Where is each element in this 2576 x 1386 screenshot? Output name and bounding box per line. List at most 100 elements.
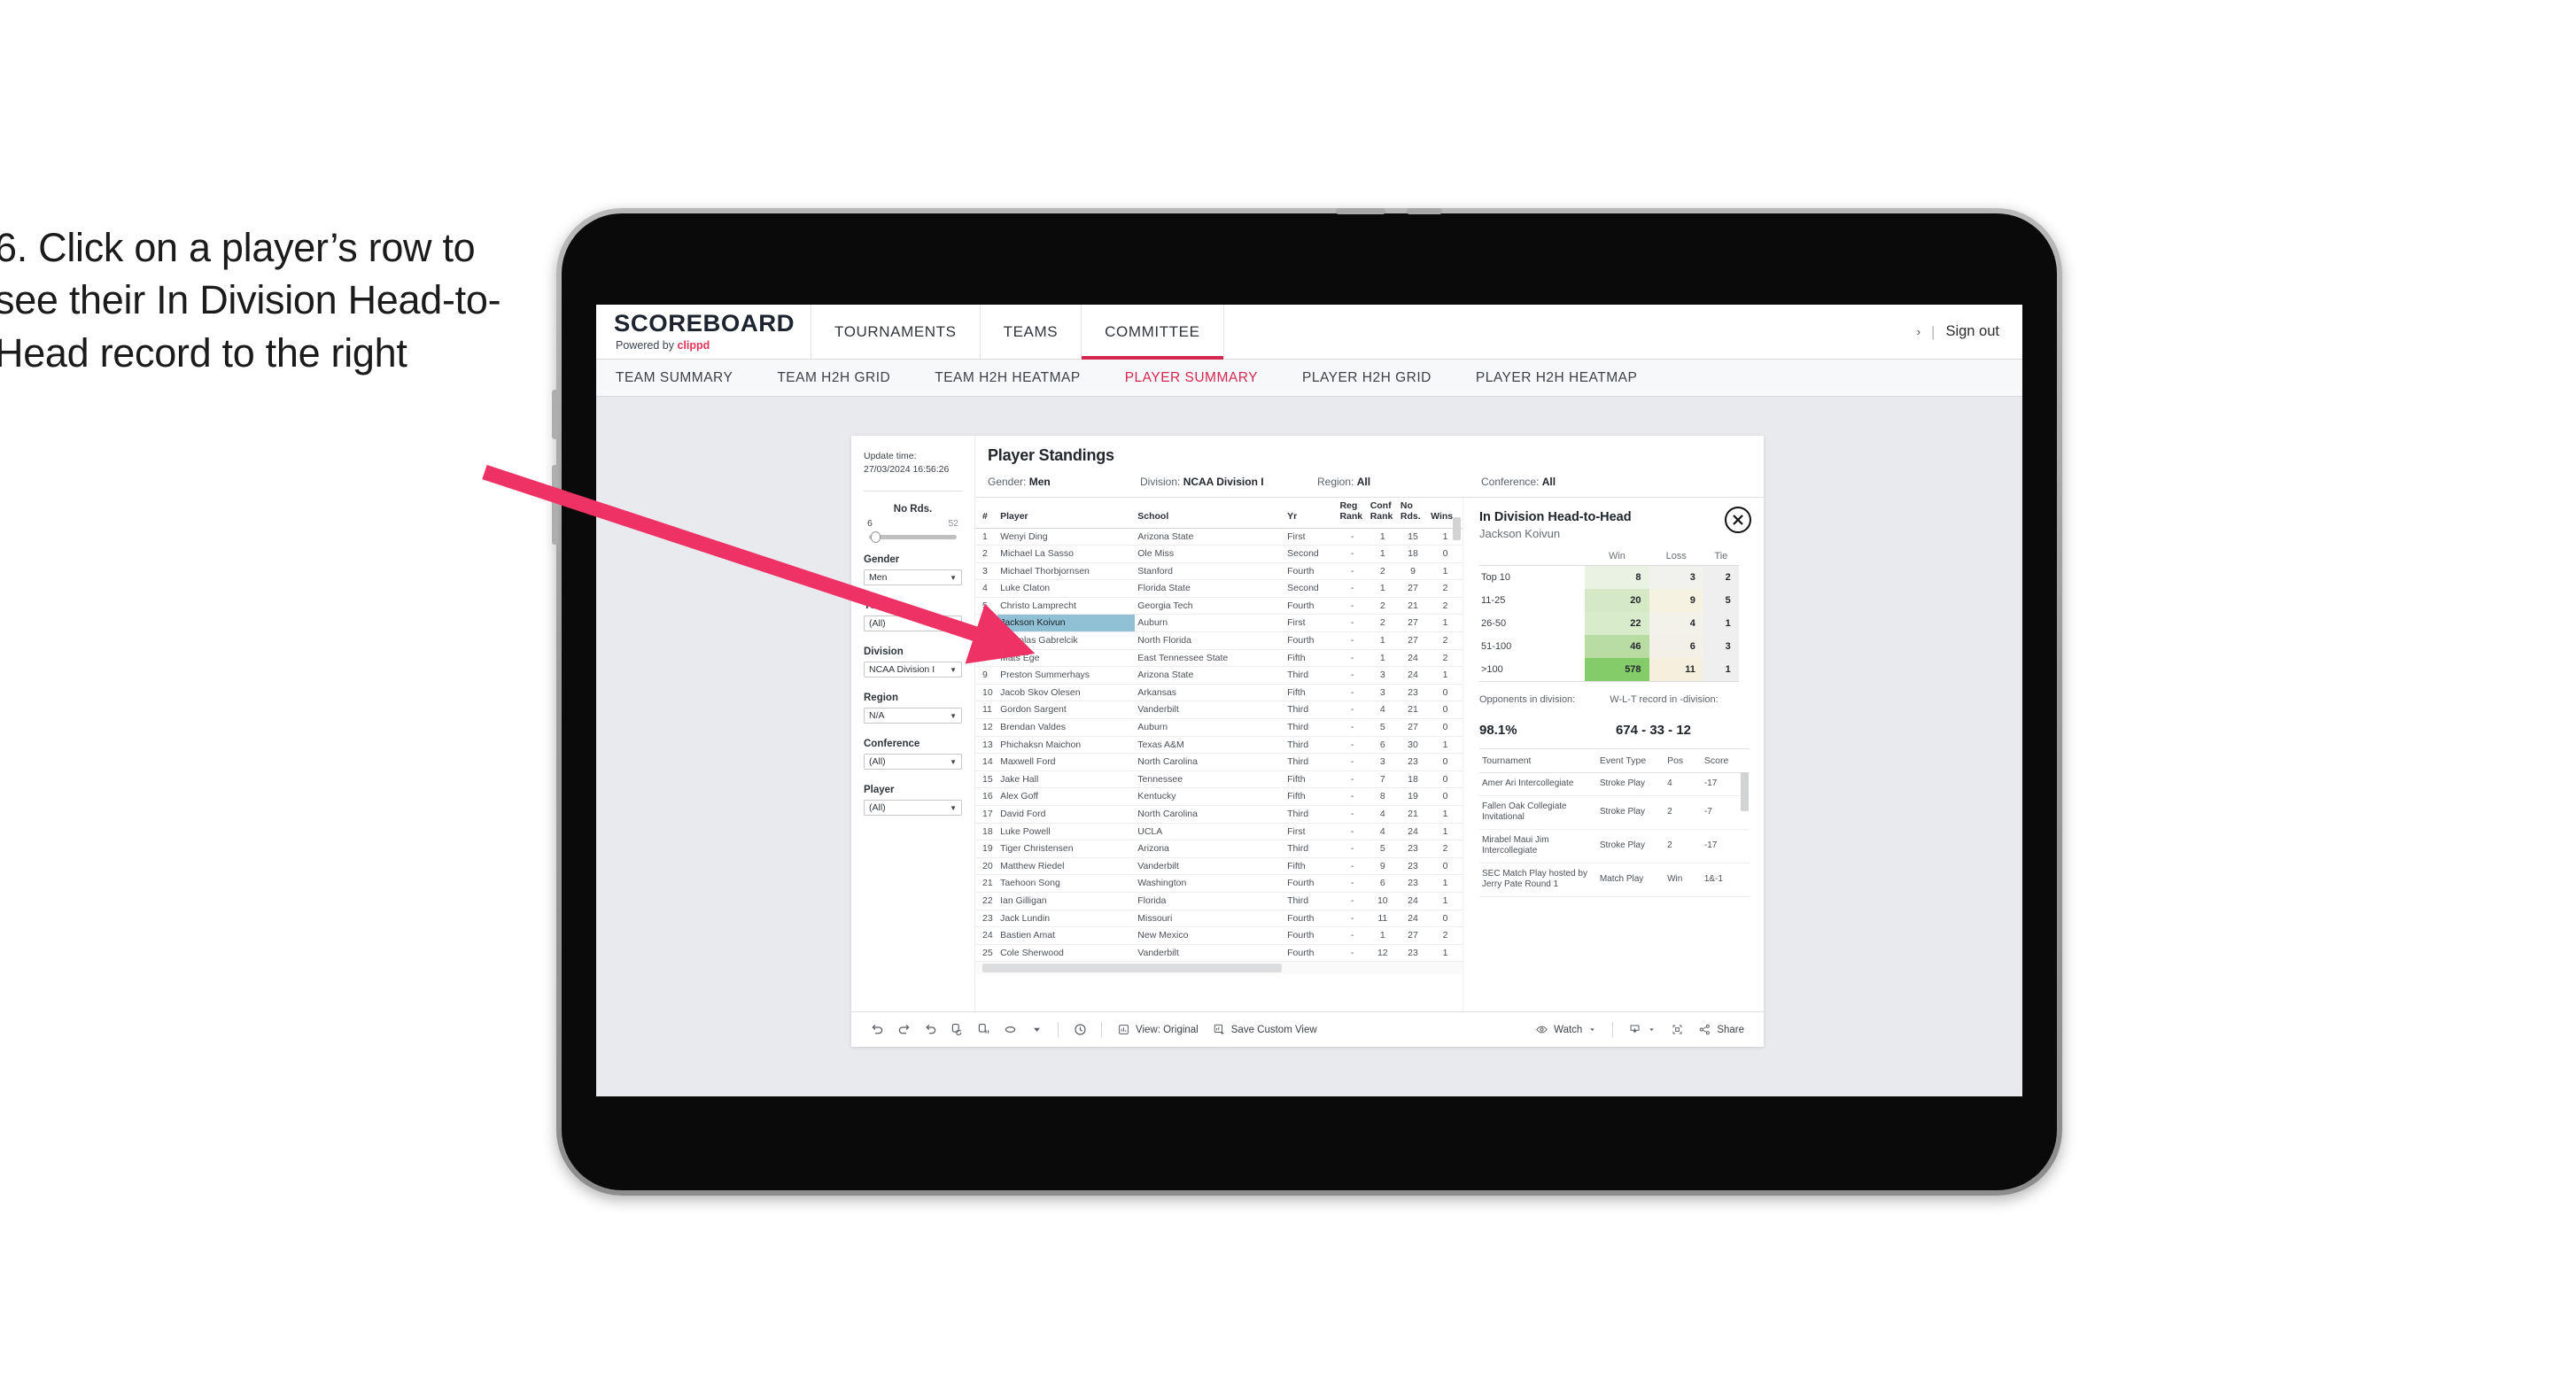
volume-button bbox=[1407, 208, 1442, 214]
fullscreen-button[interactable] bbox=[1664, 1023, 1691, 1036]
table-row[interactable]: 20 Matthew Riedel Vanderbilt Fifth -9 23 0 bbox=[975, 857, 1463, 876]
table-row[interactable]: 10 Jacob Skov Olesen Arkansas Fifth -3 23 0 bbox=[975, 684, 1463, 702]
col-player[interactable]: Player bbox=[997, 498, 1136, 529]
cell-player: Michael Thorbjornsen bbox=[997, 562, 1136, 581]
cell-score: 1&-1 bbox=[1701, 863, 1750, 897]
filter-player-select[interactable]: (All) ▼ bbox=[864, 800, 962, 817]
table-row[interactable]: 16 Alex Goff Kentucky Fifth -8 19 0 bbox=[975, 787, 1463, 806]
cell-reg-rank: - bbox=[1337, 666, 1368, 685]
cell-no-rds: 30 bbox=[1397, 736, 1429, 755]
col-no-rds[interactable]: No Rds. bbox=[1397, 498, 1429, 529]
tournament-scrollbar[interactable] bbox=[1741, 772, 1749, 811]
tournament-thead: Tournament Event Type Pos Score bbox=[1479, 749, 1750, 773]
col-conf-rank[interactable]: Conf Rank bbox=[1367, 498, 1398, 529]
table-row[interactable]: 22 Ian Gilligan Florida Third -10 24 1 bbox=[975, 892, 1463, 910]
cell-school: Arizona bbox=[1135, 840, 1285, 858]
ellipse-icon[interactable] bbox=[997, 1018, 1023, 1041]
cell-conf-rank: 1 bbox=[1367, 926, 1398, 945]
table-row[interactable]: 8 Mats Ege East Tennessee State Fifth -1 24 2 bbox=[975, 649, 1463, 668]
table-row[interactable]: 14 Maxwell Ford North Carolina Third -3 23 0 bbox=[975, 753, 1463, 771]
cell-rank: 8 bbox=[975, 649, 998, 668]
no-rds-slider-handle[interactable] bbox=[871, 531, 881, 544]
cell-yr: Fourth bbox=[1284, 910, 1338, 928]
download-button[interactable] bbox=[1621, 1023, 1664, 1036]
tournament-row: Mirabel Maui Jim Intercollegiate Stroke P… bbox=[1479, 829, 1750, 863]
share-icon bbox=[1700, 1024, 1711, 1035]
table-row[interactable]: 21 Taehoon Song Washington Fourth -6 23 1 bbox=[975, 874, 1463, 893]
table-row[interactable]: 7 Nicholas Gabrelcik North Florida Fourth -1… bbox=[975, 631, 1463, 650]
table-row[interactable]: 25 Cole Sherwood Vanderbilt Fourth -12 23 1 bbox=[975, 944, 1463, 963]
subnav-team-summary[interactable]: TEAM SUMMARY bbox=[616, 370, 733, 386]
cell-yr: First bbox=[1284, 823, 1338, 841]
table-row[interactable]: 6 Jackson Koivun Auburn First -2 27 1 bbox=[975, 614, 1463, 633]
nav-tab-teams[interactable]: TEAMS bbox=[979, 305, 1082, 359]
chevron-down-icon[interactable] bbox=[1023, 1018, 1050, 1041]
table-row[interactable]: 2 Michael La Sasso Ole Miss Second -1 18 0 bbox=[975, 545, 1463, 563]
filter-year-select[interactable]: (All) ▼ bbox=[864, 616, 962, 632]
cell-yr: Fifth bbox=[1284, 770, 1338, 789]
standings-horizontal-scrollbar[interactable] bbox=[982, 964, 1282, 973]
table-row[interactable]: 24 Bastien Amat New Mexico Fourth -1 27 2 bbox=[975, 926, 1463, 945]
table-row[interactable]: 11 Gordon Sargent Vanderbilt Third -4 21 0 bbox=[975, 701, 1463, 720]
filter-division-label: Division bbox=[864, 647, 904, 658]
subnav-player-h2h-grid[interactable]: PLAYER H2H GRID bbox=[1302, 370, 1432, 386]
save-custom-view-button[interactable]: Save Custom View bbox=[1206, 1023, 1324, 1036]
cell-rank: 13 bbox=[975, 736, 998, 755]
no-rds-slider[interactable] bbox=[869, 531, 957, 544]
filter-division-select[interactable]: NCAA Division I ▼ bbox=[864, 662, 962, 678]
cell-rank: 3 bbox=[975, 562, 998, 581]
cell-rank: 7 bbox=[975, 631, 998, 650]
filter-conference-select[interactable]: (All) ▼ bbox=[864, 754, 962, 770]
cell-conf-rank: 12 bbox=[1367, 944, 1398, 963]
cell-school: Florida bbox=[1135, 892, 1285, 910]
brand-sub-prefix: Powered by bbox=[616, 339, 678, 352]
nav-tab-tournaments[interactable]: TOURNAMENTS bbox=[811, 305, 980, 359]
subnav-player-h2h-heatmap[interactable]: PLAYER H2H HEATMAP bbox=[1476, 370, 1637, 386]
table-row[interactable]: 17 David Ford North Carolina Third -4 21 1 bbox=[975, 805, 1463, 824]
subnav-player-summary[interactable]: PLAYER SUMMARY bbox=[1125, 370, 1258, 386]
table-row[interactable]: 4 Luke Claton Florida State Second -1 27 2 bbox=[975, 579, 1463, 598]
col-school[interactable]: School bbox=[1135, 498, 1285, 529]
subnav-team-h2h-heatmap[interactable]: TEAM H2H HEATMAP bbox=[935, 370, 1080, 386]
revert-icon[interactable] bbox=[917, 1018, 943, 1041]
user-menu-caret-icon[interactable]: › bbox=[1917, 325, 1920, 338]
nav-tab-committee[interactable]: COMMITTEE bbox=[1081, 305, 1224, 360]
col-tournament: Tournament bbox=[1479, 749, 1597, 773]
table-row[interactable]: 5 Christo Lamprecht Georgia Tech Fourth -2 21… bbox=[975, 597, 1463, 616]
table-row[interactable]: 18 Luke Powell UCLA First -4 24 1 bbox=[975, 823, 1463, 841]
table-row[interactable]: 19 Tiger Christensen Arizona Third -5 23 2 bbox=[975, 840, 1463, 858]
standings-vertical-scrollbar[interactable] bbox=[1453, 517, 1461, 540]
cell-pos: 2 bbox=[1664, 829, 1702, 863]
share-button[interactable]: Share bbox=[1691, 1023, 1751, 1036]
redo-icon[interactable] bbox=[890, 1018, 917, 1041]
close-icon[interactable] bbox=[1725, 507, 1751, 533]
h2h-row: >100 578 11 1 bbox=[1479, 658, 1739, 682]
eye-icon bbox=[1536, 1026, 1548, 1034]
table-row[interactable]: 9 Preston Summerhays Arizona State Third -3 2… bbox=[975, 666, 1463, 685]
watch-button[interactable]: Watch bbox=[1528, 1023, 1604, 1036]
col-rank[interactable]: # bbox=[975, 498, 998, 529]
table-row[interactable]: 13 Phichaksn Maichon Texas A&M Third -6 30 1 bbox=[975, 736, 1463, 755]
clock-icon[interactable] bbox=[1067, 1018, 1093, 1041]
col-reg-rank[interactable]: Reg Rank bbox=[1337, 498, 1368, 529]
table-row[interactable]: 12 Brendan Valdes Auburn Third -5 27 0 bbox=[975, 718, 1463, 737]
summary-gender-label: Gender: bbox=[988, 476, 1029, 488]
table-row[interactable]: 1 Wenyi Ding Arizona State First -1 15 1 bbox=[975, 528, 1463, 546]
table-row[interactable]: 3 Michael Thorbjornsen Stanford Fourth -2 9 1 bbox=[975, 562, 1463, 581]
pause-icon[interactable] bbox=[970, 1018, 997, 1041]
sign-out-link[interactable]: Sign out bbox=[1945, 323, 1999, 340]
cell-tournament: Amer Ari Intercollegiate bbox=[1479, 772, 1597, 796]
col-yr[interactable]: Yr bbox=[1284, 498, 1338, 529]
table-row[interactable]: 15 Jake Hall Tennessee Fifth -7 18 0 bbox=[975, 770, 1463, 789]
view-original-button[interactable]: View: Original bbox=[1110, 1023, 1206, 1036]
h2h-win-cell: 46 bbox=[1585, 635, 1649, 658]
undo-icon[interactable] bbox=[864, 1018, 890, 1041]
table-row[interactable]: 23 Jack Lundin Missouri Fourth -11 24 0 bbox=[975, 910, 1463, 928]
cell-event-type: Stroke Play bbox=[1596, 772, 1665, 796]
refresh-icon[interactable] bbox=[943, 1018, 970, 1041]
subnav-team-h2h-grid[interactable]: TEAM H2H GRID bbox=[777, 370, 890, 386]
filter-player-label: Player bbox=[864, 785, 895, 796]
cell-no-rds: 27 bbox=[1397, 926, 1429, 945]
filter-region-select[interactable]: N/A ▼ bbox=[864, 708, 962, 724]
filter-gender-select[interactable]: Men ▼ bbox=[864, 569, 962, 586]
